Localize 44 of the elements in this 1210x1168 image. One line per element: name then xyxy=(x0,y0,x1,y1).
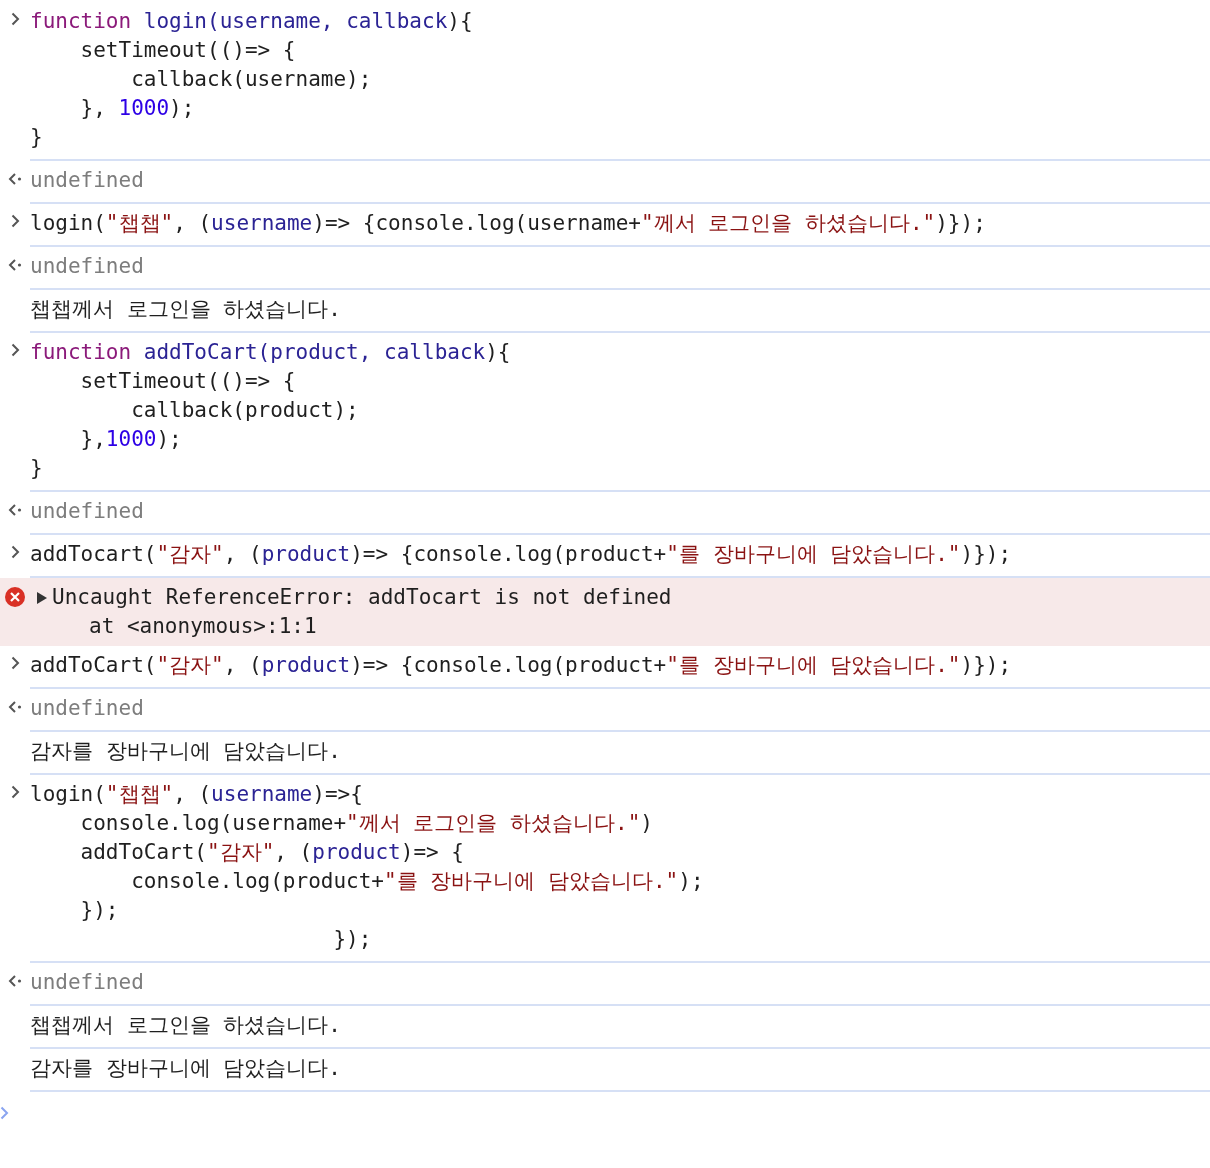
chevron-right-icon xyxy=(10,343,20,357)
log-message: 감자를 장바구니에 담았습니다. xyxy=(30,738,342,765)
code-line: addTocart("감자", (product)=> {console.log(product+"를 장바구니에 담았습니다.")}); xyxy=(30,541,1013,568)
code-line: } xyxy=(30,455,44,482)
result-text: undefined xyxy=(30,969,145,996)
result-arrow-icon xyxy=(8,504,22,516)
log-message: 감자를 장바구니에 담았습니다. xyxy=(30,1055,342,1082)
log-message: 챕챕께서 로그인을 하셨습니다. xyxy=(30,1012,342,1039)
code-line: addToCart("감자", (product)=> {console.log(product+"를 장바구니에 담았습니다.")}); xyxy=(30,652,1013,679)
error-text: Uncaught ReferenceError: addTocart is not defined xyxy=(52,584,672,611)
code-line: callback(product); xyxy=(130,397,360,424)
prompt-chevron-icon xyxy=(0,1106,9,1120)
code-line: }, 1000); xyxy=(79,95,196,122)
code-line: callback(username); xyxy=(130,66,373,93)
code-line: login("챕챕", (username)=> {console.log(username+"께서 로그인을 하셨습니다.")}); xyxy=(30,210,987,237)
chevron-right-icon xyxy=(10,214,20,228)
code-line: }); xyxy=(79,897,120,924)
result-text: undefined xyxy=(30,498,145,525)
code-line: function login(username, callback){ xyxy=(30,8,474,35)
chevron-right-icon xyxy=(10,656,20,670)
result-text: undefined xyxy=(30,253,145,280)
result-text: undefined xyxy=(30,695,145,722)
error-stack-text: at <anonymous>:1:1 xyxy=(88,613,318,640)
code-line: login("챕챕", (username)=>{ xyxy=(30,781,364,808)
code-line: setTimeout(()=> { xyxy=(79,37,297,64)
code-line: },1000); xyxy=(79,426,183,453)
code-line: function addToCart(product, callback){ xyxy=(30,339,512,366)
result-arrow-icon xyxy=(8,173,22,185)
result-arrow-icon xyxy=(8,701,22,713)
expand-triangle-icon[interactable] xyxy=(36,590,48,605)
chevron-right-icon xyxy=(10,12,20,26)
code-line: }); xyxy=(332,926,373,953)
code-line: setTimeout(()=> { xyxy=(79,368,297,395)
chevron-right-icon xyxy=(10,545,20,559)
chevron-right-icon xyxy=(10,785,20,799)
result-arrow-icon xyxy=(8,259,22,271)
code-line: } xyxy=(30,124,44,151)
log-message: 챕챕께서 로그인을 하셨습니다. xyxy=(30,296,342,323)
result-arrow-icon xyxy=(8,975,22,987)
code-line: addToCart("감자", (product)=> { xyxy=(79,839,465,866)
code-line: console.log(username+"께서 로그인을 하셨습니다.") xyxy=(79,810,654,837)
result-text: undefined xyxy=(30,167,145,194)
code-line: console.log(product+"를 장바구니에 담았습니다."); xyxy=(130,868,705,895)
error-icon xyxy=(5,587,25,607)
